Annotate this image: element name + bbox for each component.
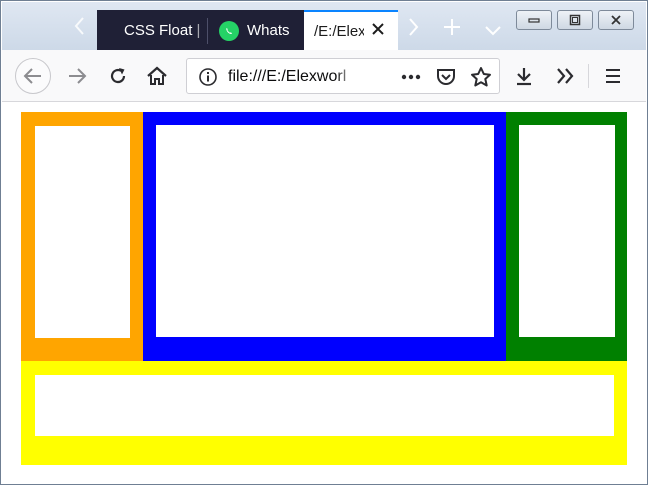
home-button[interactable] (142, 61, 172, 91)
hamburger-icon (606, 69, 620, 83)
new-tab-button[interactable] (442, 15, 462, 45)
chevron-down-icon (485, 26, 501, 36)
back-button[interactable] (15, 58, 51, 94)
tab-label: CSS Float | (124, 22, 201, 39)
tab-whatsapp[interactable]: Whats (208, 10, 304, 51)
navigation-toolbar: file:///E:/Elexworl (2, 50, 646, 102)
maximize-icon (569, 14, 581, 26)
tab-list-button[interactable] (484, 15, 502, 45)
minimize-button[interactable] (516, 10, 552, 30)
yellow-box-inner (35, 375, 614, 436)
tab-label: /E:/Elex (314, 23, 364, 40)
orange-box-inner (35, 126, 130, 338)
tab-active-local-file[interactable]: /E:/Elex (304, 10, 398, 51)
tab-label: Whats (247, 22, 290, 39)
orange-box (21, 112, 144, 362)
tab-strip: CSS Float | Whats /E:/Elex (2, 2, 646, 51)
tab-fade (193, 10, 207, 51)
home-icon (147, 66, 167, 85)
tab-scroll-right-button[interactable] (407, 15, 419, 45)
close-icon (611, 15, 621, 25)
url-fade (335, 63, 359, 91)
browser-window: CSS Float | Whats /E:/Elex file:///E:/El… (0, 0, 648, 485)
url-bar[interactable]: file:///E:/Elexworl (186, 58, 500, 94)
download-icon (517, 68, 531, 86)
chevron-right-icon (409, 18, 419, 36)
star-icon[interactable] (470, 66, 492, 93)
pocket-icon[interactable] (435, 67, 457, 92)
info-icon[interactable] (198, 67, 218, 92)
reload-icon (110, 68, 126, 84)
chevron-left-icon (74, 17, 84, 35)
arrow-right-icon (69, 68, 87, 84)
green-box-inner (519, 125, 615, 337)
forward-button[interactable] (62, 61, 92, 91)
close-tab-icon[interactable] (370, 22, 386, 38)
blue-box-inner (156, 125, 494, 337)
yellow-box (21, 361, 627, 465)
close-window-button[interactable] (598, 10, 634, 30)
reload-button[interactable] (103, 61, 133, 91)
tab-fade (290, 10, 304, 51)
maximize-button[interactable] (557, 10, 593, 30)
tab-css-float[interactable]: CSS Float | (111, 10, 207, 51)
arrow-left-icon (23, 68, 41, 84)
overflow-button[interactable] (550, 61, 580, 91)
more-dots-icon[interactable] (400, 67, 422, 92)
page-viewport (2, 103, 646, 484)
tab-scroll-left-button[interactable] (70, 16, 90, 42)
toolbar-divider (588, 64, 589, 88)
green-box (506, 112, 627, 362)
menu-button[interactable] (598, 61, 628, 91)
plus-icon (444, 19, 460, 35)
blue-box (143, 112, 507, 362)
double-chevron-icon (557, 68, 574, 84)
downloads-button[interactable] (509, 61, 539, 91)
whatsapp-icon (219, 20, 239, 41)
minimize-icon (528, 18, 540, 23)
